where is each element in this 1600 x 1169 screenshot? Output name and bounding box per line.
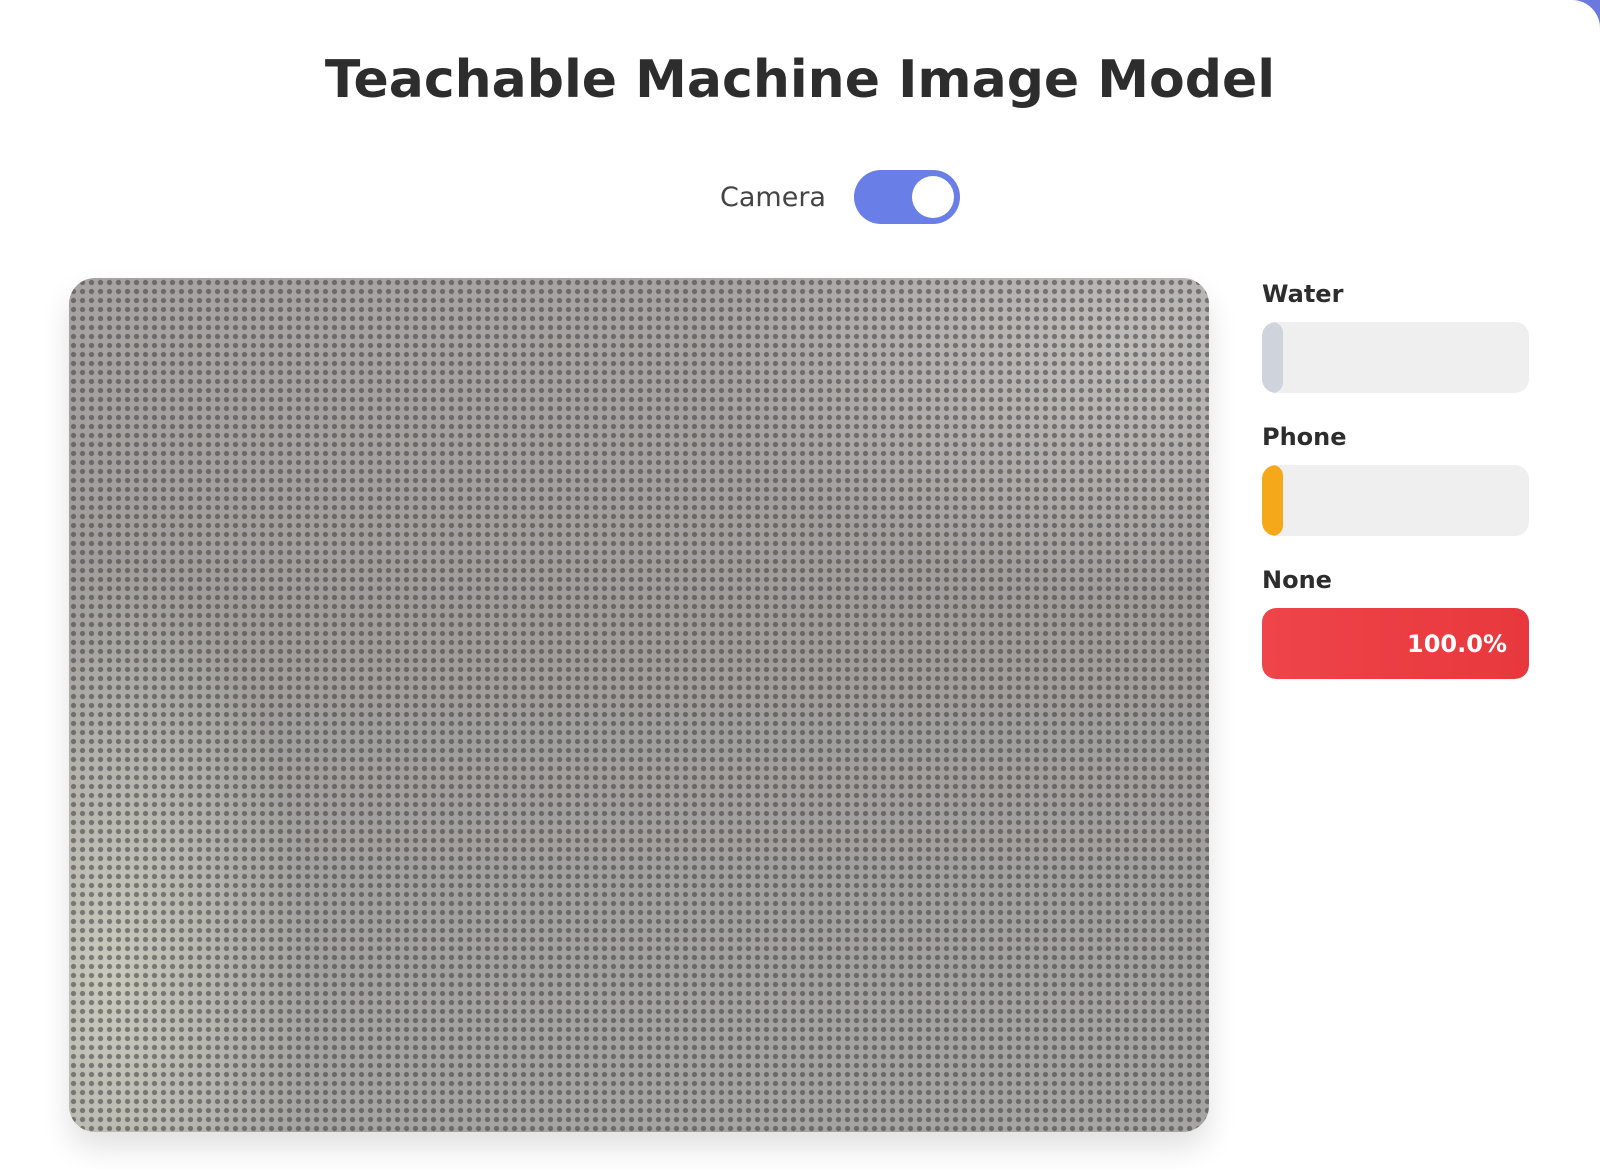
page-title: Teachable Machine Image Model: [324, 50, 1276, 110]
probability-bar-track: [1262, 465, 1529, 536]
predictions-panel: Water Phone None 100.0%: [1262, 278, 1529, 707]
probability-bar-track: 100.0%: [1262, 608, 1529, 679]
prediction-label: Water: [1262, 280, 1344, 308]
webcam-feed: [69, 278, 1209, 1132]
probability-bar-track: [1262, 322, 1529, 393]
probability-value: 100.0%: [1407, 629, 1507, 658]
probability-bar-fill: 100.0%: [1262, 608, 1529, 679]
prediction-phone: Phone: [1262, 421, 1529, 564]
camera-control-row: Camera: [0, 170, 1600, 224]
main-card: Teachable Machine Image Model Camera Wat…: [0, 0, 1600, 1169]
camera-label: Camera: [720, 181, 826, 213]
prediction-label: Phone: [1262, 423, 1347, 451]
probability-bar-fill: [1262, 322, 1283, 393]
probability-bar-fill: [1262, 465, 1283, 536]
prediction-label: None: [1262, 566, 1332, 594]
camera-toggle[interactable]: [853, 170, 960, 224]
prediction-water: Water: [1262, 278, 1529, 421]
prediction-none: None 100.0%: [1262, 564, 1529, 707]
toggle-knob: [911, 176, 954, 218]
